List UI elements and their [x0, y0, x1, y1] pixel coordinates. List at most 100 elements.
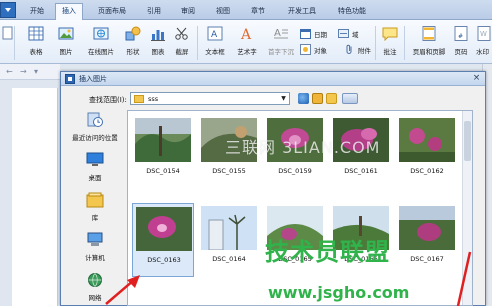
tab-special-features[interactable]: 特色功能: [331, 5, 373, 20]
svg-text:A: A: [274, 28, 281, 39]
computer-icon: [87, 232, 103, 246]
file-thumbnail[interactable]: DSC_0167: [396, 203, 458, 277]
place-desktop[interactable]: 桌面: [65, 150, 125, 190]
dialog-title-bar: 插入图片 ×: [61, 72, 485, 86]
art-text-label: 艺术字: [237, 48, 257, 56]
file-thumbnail[interactable]: DSC_0164: [198, 203, 260, 277]
library-icon: [86, 192, 104, 208]
comment-button[interactable]: 批注: [378, 24, 402, 60]
text-box-button[interactable]: A 文本框: [202, 24, 228, 60]
file-name: DSC_0167: [410, 255, 444, 263]
watermark-url: www.jsgho.com: [268, 283, 410, 302]
shapes-icon: [125, 26, 141, 41]
tab-references[interactable]: 引用: [141, 5, 167, 20]
dialog-title: 插入图片: [79, 75, 107, 83]
watermark-jsy: 技术员联盟: [265, 238, 390, 266]
chart-icon: [151, 30, 165, 41]
up-folder-icon[interactable]: [312, 93, 323, 104]
tab-page-layout[interactable]: 页面布局: [91, 5, 133, 20]
field-button[interactable]: 域: [338, 26, 364, 40]
table-icon: [28, 26, 44, 41]
file-thumbnail[interactable]: DSC_0162: [396, 115, 458, 189]
table-button[interactable]: 表格: [22, 24, 50, 60]
watermark-3lian: 三联网 3LIAN.COM: [225, 138, 381, 157]
chevron-down-icon: [5, 8, 11, 12]
tab-review[interactable]: 审阅: [175, 5, 201, 20]
date-label: 日期: [314, 31, 327, 39]
scroll-thumb[interactable]: [464, 121, 471, 161]
chevron-down-icon[interactable]: ▼: [278, 93, 289, 104]
object-button[interactable]: 对象: [300, 42, 340, 56]
tab-view[interactable]: 视图: [210, 5, 236, 20]
photo-thumbnail: [135, 118, 191, 162]
view-menu-icon[interactable]: [342, 93, 358, 104]
place-recent-label: 最近访问的位置: [72, 134, 118, 142]
online-picture-button[interactable]: 在线图片: [84, 24, 118, 60]
page-number-button[interactable]: # 页码: [450, 24, 472, 60]
attachment-button[interactable]: 附件: [344, 42, 372, 56]
app-menu-button[interactable]: [0, 2, 16, 18]
place-library[interactable]: 库: [65, 190, 125, 230]
screenshot-button[interactable]: 截屏: [170, 24, 194, 60]
tab-developer[interactable]: 开发工具: [281, 5, 323, 20]
recent-places-icon: [87, 112, 103, 127]
look-in-value: sss: [148, 95, 159, 103]
header-footer-button[interactable]: 页眉和页脚: [410, 24, 448, 60]
drop-cap-button[interactable]: A 首字下沉: [266, 24, 296, 60]
paperclip-icon: [346, 44, 352, 54]
desktop-icon: [86, 152, 104, 166]
comment-icon: [382, 27, 398, 41]
comment-label: 批注: [383, 48, 397, 56]
red-arrow-annotation: [456, 251, 472, 306]
scissors-icon: [175, 27, 188, 40]
online-picture-icon: [93, 27, 109, 40]
back-arrow-icon[interactable]: ←: [6, 67, 13, 76]
svg-text:W: W: [480, 30, 487, 38]
place-computer-label: 计算机: [85, 254, 105, 262]
watermark-button[interactable]: W 水印: [476, 24, 492, 60]
watermark-label: 水印: [476, 48, 489, 56]
back-icon[interactable]: [298, 93, 309, 104]
svg-text:A: A: [211, 30, 218, 40]
watermark-icon: W: [477, 26, 491, 41]
picture-button[interactable]: 图片: [52, 24, 80, 60]
drop-cap-label: 首字下沉: [268, 48, 294, 56]
photo-thumbnail: [136, 207, 192, 251]
file-name: DSC_0159: [278, 167, 312, 175]
page-number-label: 页码: [454, 48, 468, 56]
file-name: DSC_0164: [212, 255, 246, 263]
place-desktop-label: 桌面: [88, 174, 102, 182]
folder-icon: [134, 95, 144, 103]
svg-text:A: A: [240, 27, 252, 41]
date-button[interactable]: 日期: [300, 26, 334, 40]
place-recent[interactable]: 最近访问的位置: [65, 110, 125, 150]
text-box-label: 文本框: [205, 48, 225, 56]
menu-dropdown-icon[interactable]: ▾: [34, 67, 38, 76]
ribbon-partial-left: [0, 24, 13, 60]
insert-picture-dialog: 插入图片 × 查找范围(I): sss ▼ 最近访问的位置 桌面 库 计算机 网…: [60, 71, 486, 306]
photo-thumbnail: [399, 118, 455, 162]
forward-arrow-icon[interactable]: →: [20, 67, 27, 76]
art-text-button[interactable]: A 艺术字: [234, 24, 260, 60]
look-in-dropdown[interactable]: sss ▼: [130, 92, 290, 105]
header-footer-icon: [422, 26, 436, 41]
photo-thumbnail: [399, 206, 455, 250]
tab-home[interactable]: 开始: [24, 5, 50, 20]
file-thumbnail-selected[interactable]: DSC_0163: [132, 203, 194, 277]
file-name: DSC_0154: [146, 167, 180, 175]
dialog-close-button[interactable]: ×: [471, 73, 482, 84]
wps-writer-window: 开始 插入 页面布局 引用 审阅 视图 章节 开发工具 特色功能 表格 图片 在…: [0, 0, 492, 306]
svg-text:#: #: [458, 33, 463, 40]
tab-insert[interactable]: 插入: [55, 3, 83, 21]
field-icon: [338, 29, 349, 38]
ribbon-tab-strip: 开始 插入 页面布局 引用 审阅 视图 章节 开发工具 特色功能: [0, 0, 492, 21]
calendar-icon: [300, 29, 311, 39]
new-folder-icon[interactable]: [326, 93, 337, 104]
tab-chapter[interactable]: 章节: [245, 5, 271, 20]
document-page[interactable]: [12, 88, 58, 306]
place-computer[interactable]: 计算机: [65, 230, 125, 270]
file-thumbnail[interactable]: DSC_0154: [132, 115, 194, 189]
file-name: DSC_0155: [212, 167, 246, 175]
red-arrow-annotation: [105, 275, 140, 305]
object-icon: [300, 44, 311, 55]
